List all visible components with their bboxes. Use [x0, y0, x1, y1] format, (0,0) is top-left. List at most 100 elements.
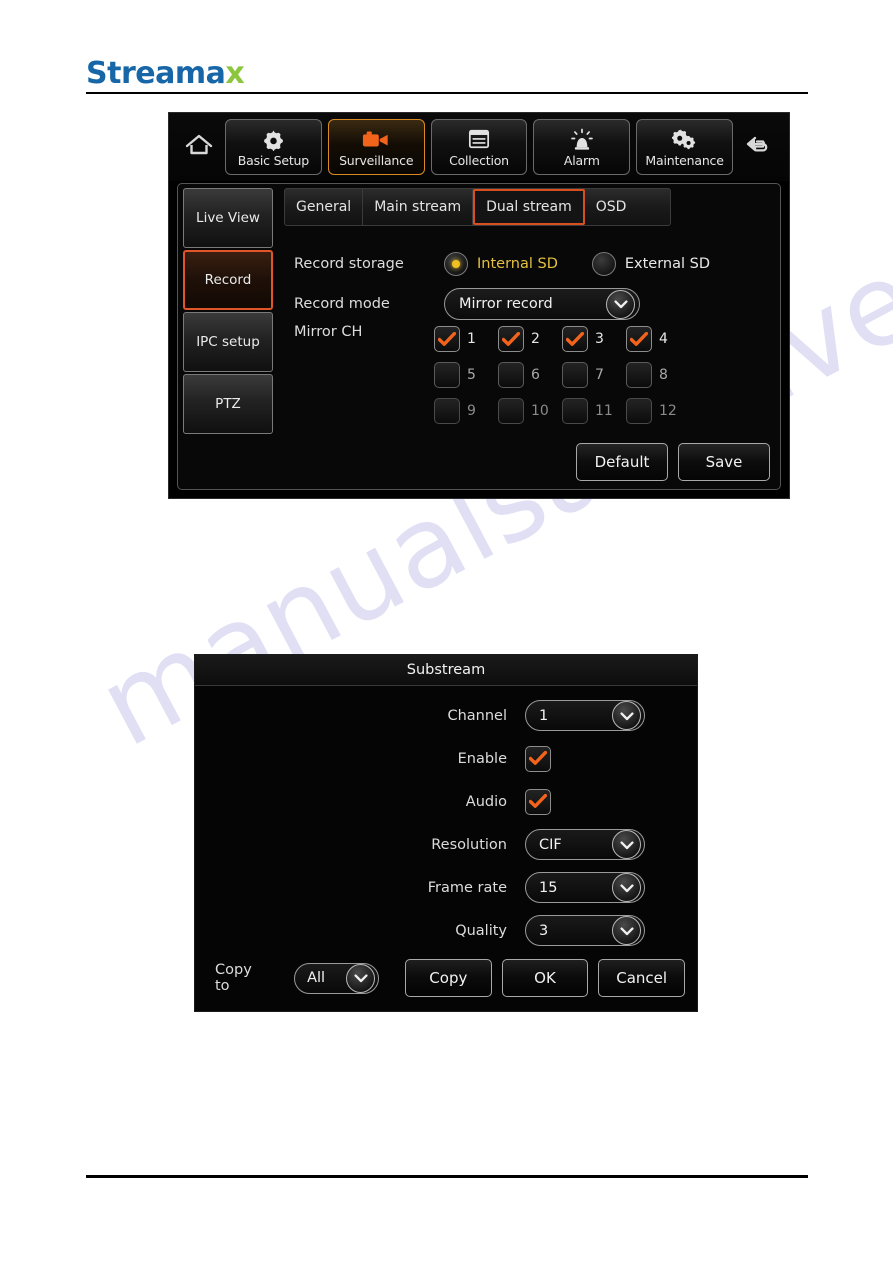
chevron-down-icon	[612, 916, 641, 945]
chevron-down-icon	[612, 701, 641, 730]
dialog-row-channel: Channel 1	[195, 694, 697, 737]
frame-rate-label: Frame rate	[427, 879, 507, 896]
tab-label: General	[296, 199, 352, 215]
channel-checkbox-1[interactable]: 1	[434, 326, 498, 352]
radio-label: Internal SD	[477, 256, 558, 272]
home-button[interactable]	[177, 122, 221, 172]
channel-checkbox-4[interactable]: 4	[626, 326, 690, 352]
frame-rate-value: 15	[539, 879, 558, 896]
channel-number: 9	[467, 403, 476, 419]
resolution-select[interactable]: CIF	[525, 829, 645, 860]
panel-footer: Default Save	[576, 443, 770, 481]
record-storage-row: Record storage Internal SD External SD	[284, 244, 774, 284]
frame-rate-select[interactable]: 15	[525, 872, 645, 903]
default-button[interactable]: Default	[576, 443, 668, 481]
channel-number: 2	[531, 331, 540, 347]
copy-to-value: All	[307, 970, 326, 986]
tab-dual-stream[interactable]: Dual stream	[473, 189, 585, 225]
copy-button-label: Copy	[429, 969, 468, 987]
record-mode-value: Mirror record	[459, 296, 553, 312]
checkbox-unchecked-icon	[434, 362, 460, 388]
dialog-body: Channel 1 Enable Audio Resolution CIF Fr…	[195, 686, 697, 952]
channel-checkbox-7[interactable]: 7	[562, 362, 626, 388]
tab-general[interactable]: General	[285, 189, 364, 225]
channel-number: 12	[659, 403, 677, 419]
checkbox-unchecked-icon	[498, 362, 524, 388]
record-mode-select[interactable]: Mirror record	[444, 288, 640, 320]
alarm-beacon-icon	[570, 126, 594, 152]
cancel-button[interactable]: Cancel	[598, 959, 685, 997]
sidebar-item-label: Record	[204, 272, 252, 288]
tab-strip: General Main stream Dual stream OSD	[284, 188, 671, 226]
checkbox-checked-icon	[498, 326, 524, 352]
quality-value: 3	[539, 922, 549, 939]
checkbox-unchecked-icon	[498, 398, 524, 424]
enable-checkbox[interactable]	[525, 745, 551, 772]
sidebar-item-live-view[interactable]: Live View	[183, 188, 273, 248]
channel-label: Channel	[447, 707, 507, 724]
channel-number: 3	[595, 331, 604, 347]
device-body: Live View Record IPC setup PTZ General M…	[177, 183, 781, 490]
channel-checkbox-9[interactable]: 9	[434, 398, 498, 424]
quality-select[interactable]: 3	[525, 915, 645, 946]
tab-label: Main stream	[374, 199, 462, 215]
channel-number: 6	[531, 367, 540, 383]
radio-internal-sd[interactable]: Internal SD	[444, 252, 558, 276]
back-arrow-icon	[744, 132, 774, 163]
double-gear-icon	[672, 126, 697, 152]
toolbar-item-surveillance[interactable]: Surveillance	[327, 119, 425, 175]
sidebar-item-record[interactable]: Record	[183, 250, 273, 310]
dialog-row-enable: Enable	[195, 737, 697, 780]
copy-button[interactable]: Copy	[405, 959, 492, 997]
channel-number: 10	[531, 403, 549, 419]
resolution-label: Resolution	[431, 836, 507, 853]
ok-button[interactable]: OK	[501, 959, 589, 997]
sidebar-item-ptz[interactable]: PTZ	[183, 374, 273, 434]
brand-logo: Streamax	[86, 56, 245, 91]
dialog-row-audio: Audio	[195, 780, 697, 823]
brand-name-accent: x	[225, 56, 245, 91]
chevron-down-icon	[346, 963, 375, 993]
chevron-down-icon	[606, 289, 635, 319]
toolbar-item-collection[interactable]: Collection	[430, 119, 528, 175]
toolbar-item-basic-setup[interactable]: Basic Setup	[225, 119, 322, 175]
checkbox-unchecked-icon	[626, 398, 652, 424]
sidebar-item-label: PTZ	[215, 396, 241, 412]
chevron-down-icon	[612, 873, 641, 902]
tab-main-stream[interactable]: Main stream	[363, 189, 474, 225]
channel-checkbox-12[interactable]: 12	[626, 398, 690, 424]
sidebar-item-ipc-setup[interactable]: IPC setup	[183, 312, 273, 372]
channel-checkbox-8[interactable]: 8	[626, 362, 690, 388]
mirror-ch-row: Mirror CH 1 2 3 4 5 6 7 8 9 10 11 12	[284, 324, 774, 424]
channel-select[interactable]: 1	[525, 700, 645, 731]
toolbar-item-alarm[interactable]: Alarm	[533, 119, 631, 175]
checkbox-unchecked-icon	[434, 398, 460, 424]
channel-checkbox-5[interactable]: 5	[434, 362, 498, 388]
tab-label: OSD	[595, 199, 627, 215]
dialog-row-quality: Quality 3	[195, 909, 697, 952]
channel-checkbox-10[interactable]: 10	[498, 398, 562, 424]
radio-button-unselected-icon	[591, 252, 616, 276]
back-button[interactable]	[737, 122, 781, 172]
copy-to-select[interactable]: All	[294, 962, 379, 994]
channel-checkbox-6[interactable]: 6	[498, 362, 562, 388]
channel-number: 7	[595, 367, 604, 383]
dialog-title: Substream	[195, 655, 697, 686]
checkbox-checked-icon	[626, 326, 652, 352]
tab-osd[interactable]: OSD	[585, 189, 638, 225]
channel-checkbox-2[interactable]: 2	[498, 326, 562, 352]
audio-checkbox[interactable]	[525, 788, 551, 815]
channel-value: 1	[539, 707, 549, 724]
content-area: General Main stream Dual stream OSD Reco…	[278, 184, 780, 489]
save-button[interactable]: Save	[678, 443, 770, 481]
toolbar-item-label: Maintenance	[645, 153, 724, 168]
mirror-ch-grid: 1 2 3 4 5 6 7 8 9 10 11 12	[434, 326, 690, 424]
toolbar-item-maintenance[interactable]: Maintenance	[636, 119, 733, 175]
channel-checkbox-11[interactable]: 11	[562, 398, 626, 424]
channel-checkbox-3[interactable]: 3	[562, 326, 626, 352]
channel-number: 8	[659, 367, 668, 383]
dialog-row-resolution: Resolution CIF	[195, 823, 697, 866]
cancel-button-label: Cancel	[616, 969, 668, 987]
radio-external-sd[interactable]: External SD	[591, 252, 710, 276]
checkbox-unchecked-icon	[562, 362, 588, 388]
